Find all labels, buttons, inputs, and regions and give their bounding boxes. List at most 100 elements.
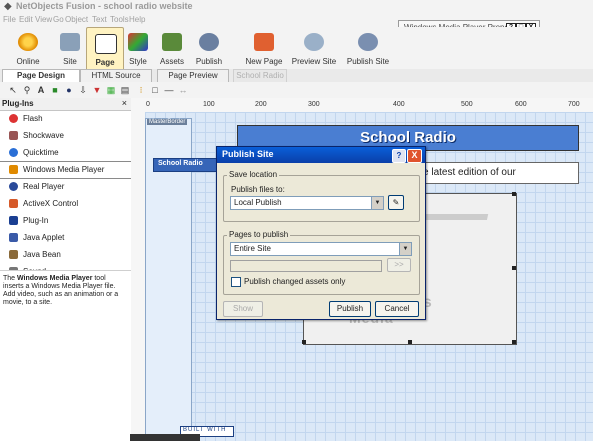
publish-changed-label: Publish changed assets only (244, 277, 346, 286)
publish-site-icon (358, 33, 378, 51)
plugin-flash[interactable]: Flash (0, 111, 131, 127)
plugin-label: Plug-In (23, 216, 49, 225)
dialog-help-button[interactable]: ? (392, 149, 406, 163)
bottom-tab-strip[interactable] (130, 434, 200, 441)
dialog-title: Publish Site (222, 149, 274, 159)
toolbar-new-page-button[interactable]: New Page (236, 27, 292, 69)
new-page-icon (254, 33, 274, 51)
tools-toolbar: ↖ ⚲ A ■ ● ⇩ ▼ ▦ ▤ ⁝ □ — ↔ (0, 82, 593, 99)
navbar-tool-icon[interactable]: ● (64, 85, 74, 95)
horizontal-ruler: 0 100 200 300 400 500 600 700 (131, 98, 593, 113)
ruler-label: 500 (461, 101, 473, 108)
show-button-label: Show (232, 304, 253, 313)
plugin-java-bean[interactable]: Java Bean (0, 247, 131, 263)
chevron-down-icon: ▼ (371, 197, 383, 209)
save-location-label: Save location (227, 170, 280, 179)
resize-handle[interactable] (302, 340, 306, 344)
main-toolbar: Online Site Page Style Assets Publish Ne… (0, 27, 593, 71)
show-button[interactable]: Show (223, 301, 263, 317)
plugin-shockwave[interactable]: Shockwave (0, 128, 131, 144)
java-applet-icon (9, 233, 18, 242)
plugin-label: Java Bean (23, 250, 61, 259)
menu-view[interactable]: View (35, 15, 52, 24)
plugin-quicktime[interactable]: Quicktime (0, 145, 131, 161)
ruler-label: 0 (146, 101, 150, 108)
tab-school-radio[interactable]: School Radio (233, 69, 287, 82)
publish-button[interactable]: Publish (329, 301, 371, 317)
menu-object[interactable]: Object (65, 15, 88, 24)
toolbar-publish-button[interactable]: Publish (181, 27, 237, 69)
progress-field (230, 260, 382, 272)
site-icon (60, 33, 80, 51)
picture-tool-icon[interactable]: ■ (50, 85, 60, 95)
rectangle-tool-icon[interactable]: □ (150, 85, 160, 95)
menu-text[interactable]: Text (92, 15, 107, 24)
real-player-icon (9, 182, 18, 191)
publish-changed-checkbox[interactable] (231, 277, 241, 287)
preview-site-icon (304, 33, 324, 51)
table-tool-icon[interactable]: ▦ (106, 85, 116, 95)
flash-icon (9, 114, 18, 123)
dialog-title-bar[interactable]: Publish Site ? X (217, 147, 425, 163)
plugin-label: Quicktime (23, 148, 59, 157)
plugin-label: Real Player (23, 182, 65, 191)
form-tool-icon[interactable]: ▼ (92, 85, 102, 95)
plugin-label: Flash (23, 114, 43, 123)
description-pre: The (3, 275, 18, 282)
menu-go[interactable]: Go (53, 15, 64, 24)
ruler-label: 200 (255, 101, 267, 108)
publish-icon (199, 33, 219, 51)
menu-file[interactable]: File (3, 15, 16, 24)
app-logo-icon: ◆ (4, 1, 12, 12)
cancel-button[interactable]: Cancel (375, 301, 419, 317)
banner-title: School Radio (360, 129, 456, 146)
plugin-tool-icon[interactable]: ⁝ (136, 85, 146, 95)
zoom-tool-icon[interactable]: ⚲ (22, 85, 32, 95)
resize-handle[interactable] (512, 266, 516, 270)
toolbar-label: Publish (195, 57, 223, 66)
dialog-close-button[interactable]: X (407, 149, 422, 163)
edit-location-button[interactable]: ✎ (388, 195, 404, 210)
line-tool-icon[interactable]: — (164, 85, 174, 95)
plugin-real-player[interactable]: Real Player (0, 179, 131, 195)
nav-button-school-radio[interactable]: School Radio (153, 158, 220, 172)
tab-page-design[interactable]: Page Design (2, 69, 80, 82)
resize-handle[interactable] (408, 340, 412, 344)
online-icon (18, 33, 38, 51)
resize-handle[interactable] (512, 340, 516, 344)
tab-html-source[interactable]: HTML Source (80, 69, 152, 82)
menu-tools[interactable]: Tools (110, 15, 129, 24)
toolbar-publish-site-button[interactable]: Publish Site (340, 27, 396, 69)
plugins-panel-header: Plug-Ins × (0, 98, 131, 111)
toolbar-label: Preview Site (291, 57, 337, 66)
plugin-label: Shockwave (23, 131, 64, 140)
toolbar-preview-site-button[interactable]: Preview Site (286, 27, 342, 69)
browse-button[interactable]: >> (387, 258, 411, 272)
plugins-panel-title: Plug-Ins (2, 99, 34, 108)
pencil-icon: ✎ (392, 198, 400, 207)
ruler-label: 600 (515, 101, 527, 108)
arrow-tool-icon[interactable]: ↔ (178, 85, 188, 95)
select-tool-icon[interactable]: ↖ (8, 85, 18, 95)
plugin-java-applet[interactable]: Java Applet (0, 230, 131, 246)
pages-select[interactable]: Entire Site ▼ (230, 242, 412, 256)
publish-target-select[interactable]: Local Publish ▼ (230, 196, 384, 210)
panel-close-icon[interactable]: × (122, 98, 127, 108)
resize-handle[interactable] (512, 192, 516, 196)
link-tool-icon[interactable]: ⇩ (78, 85, 88, 95)
menu-edit[interactable]: Edit (19, 15, 33, 24)
menu-help[interactable]: Help (129, 15, 145, 24)
quicktime-icon (9, 148, 18, 157)
tab-page-preview[interactable]: Page Preview (157, 69, 229, 82)
plugin-windows-media-player[interactable]: Windows Media Player (0, 161, 132, 179)
text-tool-icon[interactable]: A (36, 85, 46, 95)
plugin-label: Windows Media Player (23, 165, 105, 174)
description-bold: Windows Media Player (17, 275, 93, 282)
plugin-plug-in[interactable]: Plug-In (0, 213, 131, 229)
title-bar: ◆ NetObjects Fusion - school radio websi… (0, 0, 593, 15)
layout-tool-icon[interactable]: ▤ (120, 85, 130, 95)
plugin-activex-control[interactable]: ActiveX Control (0, 196, 131, 212)
windows-media-player-icon (9, 165, 18, 174)
toolbar-label: New Page (245, 57, 283, 66)
plugin-label: Java Applet (23, 233, 65, 242)
